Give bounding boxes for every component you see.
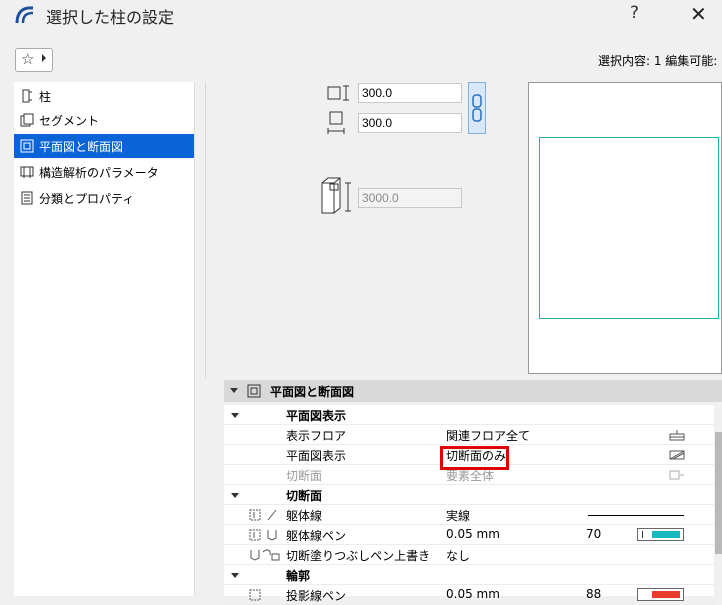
plan-display-icon [669, 450, 685, 460]
property-value[interactable]: 0.05 mm [446, 587, 500, 601]
group-label: 平面図表示 [286, 409, 347, 423]
pen-icon [249, 589, 261, 601]
segment-icon [20, 113, 34, 127]
line-sample [588, 515, 684, 516]
collapse-triangle-icon [231, 413, 239, 418]
pen-color-fill [652, 531, 680, 538]
classification-icon [21, 191, 33, 205]
group-row-plan-display[interactable]: 平面図表示 [224, 405, 714, 425]
archicad-logo-icon [15, 6, 34, 24]
property-row-core-line[interactable]: 躯体線 実線 [224, 505, 714, 525]
highlight-box [440, 446, 509, 470]
nav-item-label: 平面図と断面図 [39, 139, 124, 154]
nav-item-plan-section[interactable]: 平面図と断面図 [14, 134, 194, 158]
pen-color-marker [642, 531, 643, 538]
width-input[interactable] [358, 83, 462, 103]
property-value[interactable]: 0.05 mm [446, 527, 500, 541]
property-value[interactable]: なし [446, 547, 470, 564]
property-row-show-on-stories[interactable]: 表示フロア 関連フロア全て [224, 425, 714, 445]
panel-divider [205, 82, 206, 378]
pen-color-swatch[interactable] [637, 528, 684, 541]
property-row-projection-pen[interactable]: 投影線ペン 0.05 mm 88 [224, 585, 714, 605]
column-height-icon [321, 177, 351, 214]
property-label: 躯体線 [286, 509, 323, 523]
group-row-outline[interactable]: 輪郭 [224, 565, 714, 585]
property-label: 切断塗りつぶしペン上書き [286, 549, 431, 563]
pen-number: 88 [586, 587, 602, 601]
section-header-plan-section[interactable]: 平面図と断面図 [224, 380, 722, 402]
column-icon [22, 89, 32, 103]
settings-nav-panel: 柱 セグメント 平面図と断面図 構造解析のパラメータ 分類とプロパティ [14, 82, 195, 596]
nav-item-label: セグメント [39, 113, 100, 128]
nav-item-classification[interactable]: 分類とプロパティ [14, 186, 194, 210]
nav-item-label: 構造解析のパラメータ [39, 165, 159, 180]
collapse-triangle-icon [230, 388, 238, 393]
cut-plane-icon [669, 470, 684, 480]
section-title: 平面図と断面図 [270, 385, 355, 399]
pen-icon [249, 529, 277, 541]
selection-info: 選択内容: 1 編集可能: [598, 54, 718, 68]
property-label: 表示フロア [286, 429, 347, 443]
nav-item-label: 分類とプロパティ [39, 191, 135, 206]
nav-item-label: 柱 [39, 89, 52, 104]
collapse-triangle-icon [231, 493, 239, 498]
group-label: 切断面 [286, 489, 323, 503]
fill-override-icon [250, 549, 280, 561]
nav-item-structural-analysis[interactable]: 構造解析のパラメータ [14, 160, 194, 184]
window-title: 選択した柱の設定 [46, 8, 175, 27]
favorites-button[interactable]: ☆ [15, 48, 53, 72]
width-dimension-icon [327, 85, 349, 101]
collapse-triangle-icon [231, 573, 239, 578]
height-input [358, 188, 462, 208]
chain-link-icon [472, 94, 482, 122]
plan-section-icon [247, 384, 261, 398]
line-type-icon [249, 509, 277, 521]
property-label: 躯体線ペン [286, 529, 347, 543]
nav-item-column[interactable]: 柱 [14, 84, 194, 108]
property-label: 平面図表示 [286, 449, 347, 463]
star-icon: ☆ [21, 50, 35, 68]
nav-item-segment[interactable]: セグメント [14, 108, 194, 132]
floor-icon [669, 430, 685, 441]
close-button[interactable]: ✕ [690, 2, 707, 26]
property-value[interactable]: 関連フロア全て [446, 427, 530, 444]
property-row-fill-override[interactable]: 切断塗りつぶしペン上書き なし [224, 545, 714, 565]
pen-number: 70 [586, 527, 602, 541]
pen-color-fill [652, 591, 680, 598]
column-preview-shape [539, 137, 719, 319]
help-button[interactable]: ? [630, 3, 639, 23]
property-value[interactable]: 実線 [446, 507, 470, 524]
depth-dimension-icon [327, 111, 345, 134]
property-grid: 平面図表示 表示フロア 関連フロア全て 平面図表示 切断面のみ 切断面 要素全体… [224, 405, 714, 605]
structural-analysis-icon [20, 166, 34, 178]
group-row-cut-surfaces[interactable]: 切断面 [224, 485, 714, 505]
pen-color-swatch[interactable] [637, 588, 684, 601]
depth-input[interactable] [358, 113, 462, 133]
link-dimensions-button[interactable] [468, 82, 486, 134]
plan-section-icon [20, 139, 34, 153]
group-label: 輪郭 [286, 569, 311, 583]
scrollbar-thumb[interactable] [715, 432, 722, 554]
chevron-right-icon [42, 54, 46, 62]
property-row-core-pen[interactable]: 躯体線ペン 0.05 mm 70 [224, 525, 714, 545]
property-label: 切断面 [286, 469, 323, 483]
